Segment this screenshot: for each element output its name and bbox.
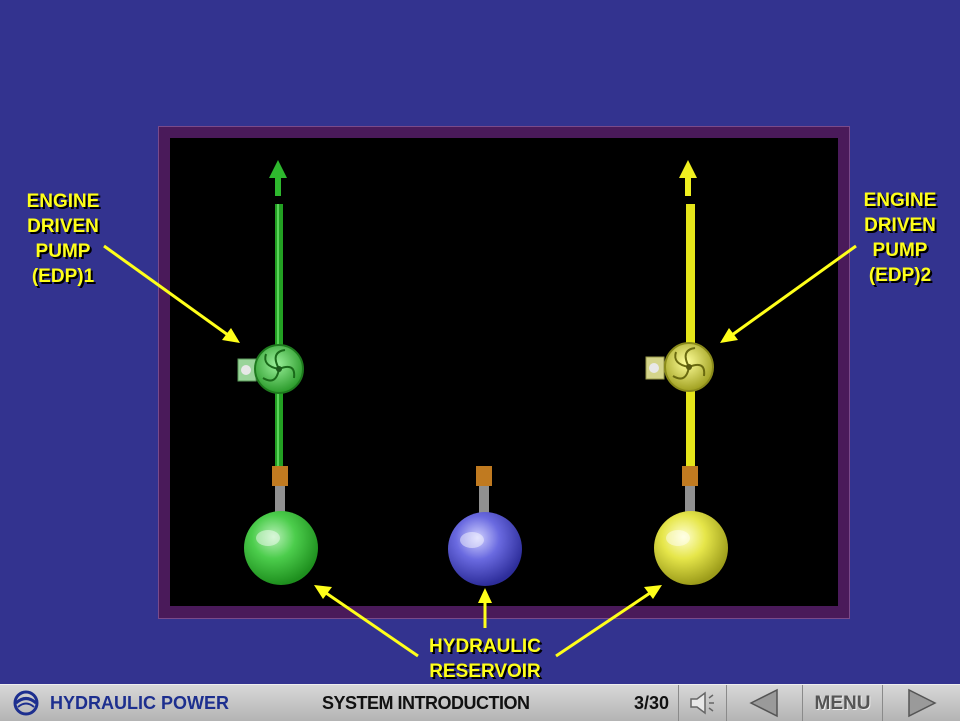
blue-system — [448, 466, 522, 586]
course-title: HYDRAULIC POWER — [50, 693, 229, 713]
edp2-pump-icon — [645, 342, 714, 392]
previous-arrow-icon — [749, 688, 778, 718]
reservoir-label: HYDRAULIC RESERVOIR — [429, 636, 541, 682]
green-reservoir-icon — [244, 511, 318, 585]
yellow-reservoir-icon — [654, 511, 728, 585]
green-system — [237, 160, 318, 585]
menu-button[interactable]: MENU — [802, 685, 882, 721]
edp1-pump-icon — [237, 344, 304, 394]
section-title: SYSTEM INTRODUCTION — [322, 693, 530, 713]
edp1-callout-arrow — [103, 244, 229, 337]
yellow-pressure-line — [686, 204, 695, 468]
edp2-callout-arrow — [731, 244, 857, 337]
callout-arrows — [103, 244, 857, 658]
menu-label: MENU — [814, 693, 871, 714]
reservoir-callout-arrow-right — [555, 591, 651, 658]
yellow-system — [645, 160, 728, 585]
speaker-icon — [690, 691, 714, 715]
yellow-flow-arrow-icon — [679, 160, 697, 178]
edp2-label: ENGINE DRIVEN PUMP (EDP)2 — [863, 190, 937, 286]
blue-reservoir-icon — [448, 512, 522, 586]
hydraulic-diagram — [103, 160, 857, 658]
reservoir-callout-arrow-left — [325, 591, 419, 658]
audio-button[interactable] — [678, 685, 726, 721]
edp1-label: ENGINE DRIVEN PUMP (EDP)1 — [26, 191, 100, 287]
next-arrow-icon — [908, 688, 937, 718]
page-counter: 3/30 — [634, 693, 670, 713]
previous-button[interactable] — [726, 685, 802, 721]
footer-bar: HYDRAULIC POWER SYSTEM INTRODUCTION 3/30… — [0, 684, 960, 721]
logo-icon — [13, 690, 39, 716]
next-button[interactable] — [882, 685, 960, 721]
green-flow-arrow-icon — [269, 160, 287, 178]
